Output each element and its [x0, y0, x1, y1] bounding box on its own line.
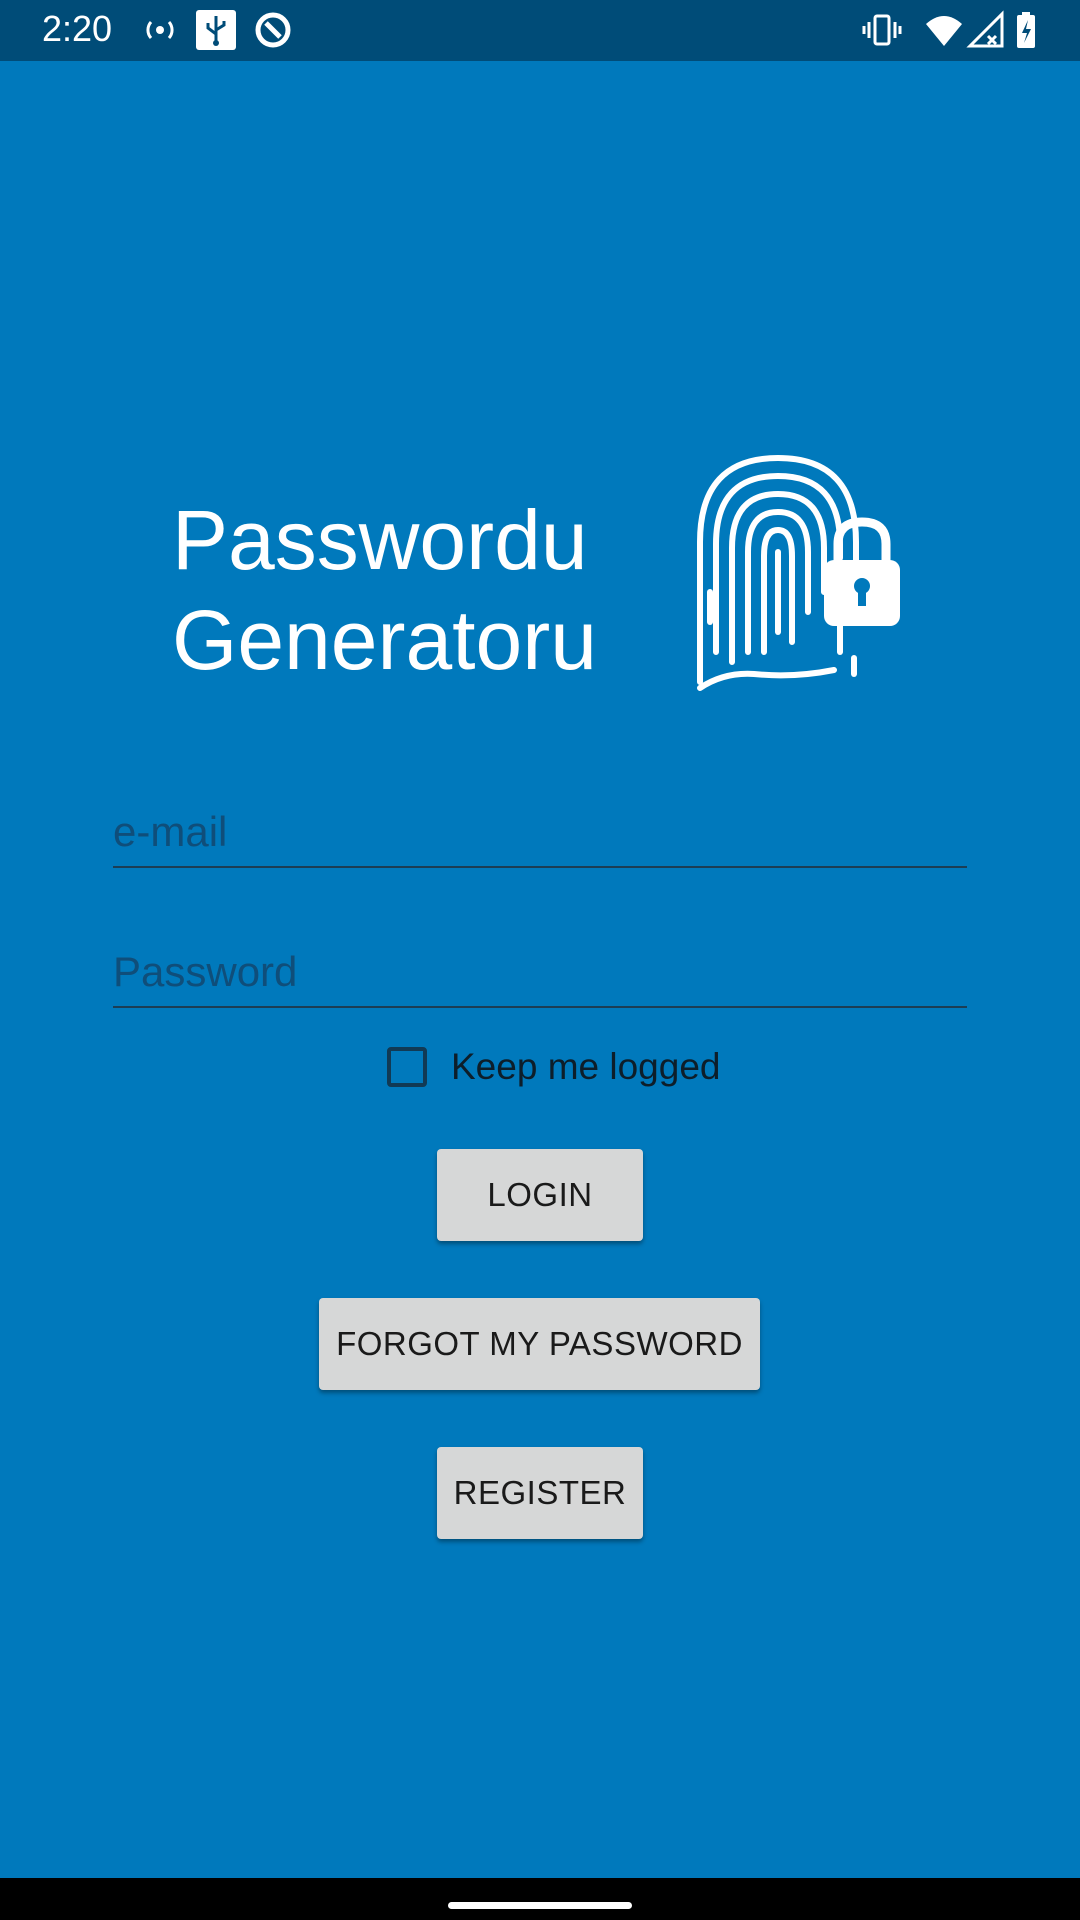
register-button[interactable]: REGISTER	[437, 1447, 643, 1539]
password-input[interactable]	[113, 948, 967, 996]
wifi-icon	[926, 16, 962, 46]
email-input[interactable]	[113, 808, 967, 856]
keep-logged-row[interactable]: Keep me logged	[387, 1044, 720, 1090]
home-gesture-handle[interactable]	[448, 1902, 632, 1909]
vibrate-icon	[862, 14, 902, 46]
logo-line-2: Generatoru	[172, 593, 597, 687]
status-time: 2:20	[42, 8, 113, 49]
status-bar: 2:20	[0, 0, 1080, 61]
navigation-bar	[0, 1878, 1080, 1920]
password-field[interactable]	[113, 936, 967, 1008]
hotspot-icon	[146, 21, 174, 39]
battery-icon	[1017, 12, 1035, 48]
keep-logged-label: Keep me logged	[451, 1046, 721, 1087]
email-field[interactable]	[113, 796, 967, 868]
fingerprint-lock-icon	[697, 454, 900, 691]
keep-logged-checkbox[interactable]	[387, 1047, 427, 1087]
data-saver-icon	[255, 12, 291, 48]
signal-icon	[966, 10, 1004, 48]
app-logo-text: Passwordu Generatoru	[172, 490, 597, 690]
usb-icon	[196, 10, 236, 50]
login-button[interactable]: LOGIN	[437, 1149, 643, 1241]
logo-line-1: Passwordu	[172, 493, 588, 587]
forgot-password-button[interactable]: FORGOT MY PASSWORD	[319, 1298, 760, 1390]
